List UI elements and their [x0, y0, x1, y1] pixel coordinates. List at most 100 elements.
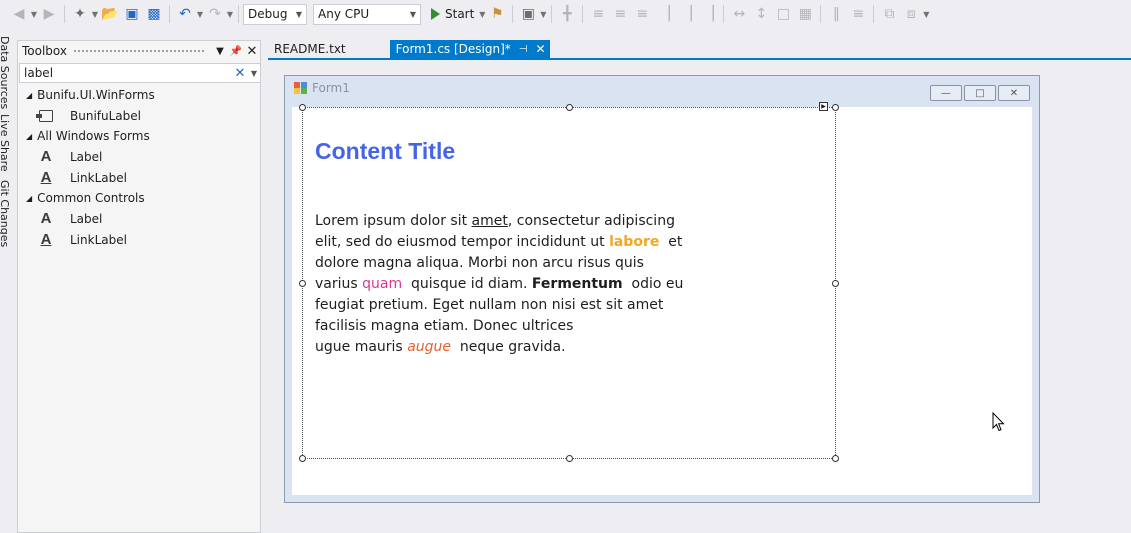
new-project-dropdown-icon[interactable]: ▼ — [91, 10, 99, 19]
smart-tag-icon[interactable]: ▶ — [819, 102, 828, 111]
resize-handle[interactable] — [299, 104, 306, 111]
body-text-run: neque gravida. — [459, 339, 566, 355]
size-to-grid-icon[interactable]: ▦ — [794, 3, 816, 25]
toolbar-overflow-icon[interactable]: ▼ — [922, 10, 930, 19]
align-middles-icon[interactable]: ▕ — [675, 3, 697, 25]
form1-window[interactable]: Form1 — □ ✕ ▶ Content Title Lorem ipsum … — [284, 75, 1040, 503]
redo-dropdown-icon[interactable]: ▼ — [226, 10, 234, 19]
align-bottoms-icon[interactable]: ▕ — [697, 3, 719, 25]
linklabel-icon: A — [40, 169, 52, 186]
make-same-height-icon[interactable]: ↕ — [750, 3, 772, 25]
close-tab-icon[interactable]: ✕ — [536, 42, 546, 56]
align-tops-icon[interactable]: ▕ — [653, 3, 675, 25]
navigate-forward-icon[interactable]: ▶ — [38, 3, 60, 25]
align-rights-icon[interactable]: ≡ — [631, 3, 653, 25]
toolbox-item-linklabel[interactable]: A LinkLabel — [18, 229, 260, 250]
window-position-dropdown-icon[interactable]: ▼ — [212, 46, 228, 57]
form-titlebar: Form1 — [285, 76, 1039, 100]
start-button[interactable]: Start — [427, 3, 478, 25]
tree-group-bunifu[interactable]: ◢ Bunifu.UI.WinForms — [18, 85, 260, 105]
label-icon: A — [40, 148, 52, 165]
body-text-run: et — [668, 234, 683, 250]
platform-select[interactable]: Any CPU ▼ — [313, 3, 421, 25]
minimize-icon[interactable]: — — [930, 85, 962, 101]
toolbox-item-label: LinkLabel — [70, 232, 127, 247]
close-icon[interactable]: ✕ — [998, 85, 1030, 101]
toolbox-item-bunifulabel[interactable]: BunifuLabel — [18, 105, 260, 126]
resize-handle[interactable] — [299, 455, 306, 462]
send-to-back-icon[interactable]: ⧈ — [900, 3, 922, 25]
browser-link-icon[interactable]: ⚑ — [486, 3, 508, 25]
collapse-triangle-icon[interactable]: ◢ — [26, 91, 32, 100]
toolbox-search-input[interactable]: label ✕ ▼ — [19, 63, 261, 83]
body-text-run: Lorem ipsum dolor sit — [315, 213, 472, 229]
resize-handle[interactable] — [566, 104, 573, 111]
body-text-bold: Fermentum — [531, 276, 623, 292]
bunifu-label-icon — [36, 108, 54, 124]
resize-handle[interactable] — [832, 280, 839, 287]
maximize-icon[interactable]: □ — [964, 85, 996, 101]
solution-config-select[interactable]: Debug ▼ — [243, 3, 307, 25]
form-designer-surface[interactable]: Form1 — □ ✕ ▶ Content Title Lorem ipsum … — [268, 62, 1131, 533]
linklabel-icon: A — [40, 231, 52, 248]
save-icon[interactable]: ▣ — [121, 3, 143, 25]
pin-icon[interactable]: 📌 — [228, 46, 244, 57]
align-to-grid-icon[interactable]: ╋ — [556, 3, 578, 25]
undo-icon[interactable]: ↶ — [174, 3, 196, 25]
toolbox-item-linklabel[interactable]: A LinkLabel — [18, 167, 260, 188]
toolbox-item-label[interactable]: A Label — [18, 208, 260, 229]
search-options-dropdown-icon[interactable]: ▼ — [248, 69, 260, 78]
start-dropdown-icon[interactable]: ▼ — [478, 10, 486, 19]
resize-handle[interactable] — [832, 455, 839, 462]
screenshot-dropdown-icon[interactable]: ▼ — [539, 10, 547, 19]
form-client-area[interactable]: ▶ Content Title Lorem ipsum dolor sit am… — [292, 102, 1032, 495]
side-tab-live-share[interactable]: Live Share — [0, 114, 11, 172]
toolbar-separator — [512, 5, 514, 23]
tab-readme[interactable]: README.txt — [268, 40, 352, 58]
label-icon: A — [40, 210, 52, 227]
save-all-icon[interactable]: ▩ — [143, 3, 165, 25]
resize-handle[interactable] — [299, 280, 306, 287]
pin-tab-icon[interactable]: ⊣ — [519, 44, 528, 55]
body-text-run: , consectetur adipiscing — [507, 213, 675, 229]
side-tab-data-sources[interactable]: Data Sources — [0, 36, 11, 109]
vertical-spacing-icon[interactable]: ≡ — [847, 3, 869, 25]
toolbox-item-label[interactable]: A Label — [18, 146, 260, 167]
selected-bunifu-label[interactable]: ▶ Content Title Lorem ipsum dolor sit am… — [299, 102, 839, 462]
undo-dropdown-icon[interactable]: ▼ — [196, 10, 204, 19]
align-lefts-icon[interactable]: ≡ — [587, 3, 609, 25]
navigate-back-icon[interactable]: ◀ — [8, 3, 30, 25]
collapse-triangle-icon[interactable]: ◢ — [26, 194, 32, 203]
make-same-size-icon[interactable]: □ — [772, 3, 794, 25]
resize-handle[interactable] — [566, 455, 573, 462]
toolbar-separator — [169, 5, 170, 23]
close-icon[interactable]: ✕ — [244, 44, 260, 59]
body-text-run: dolore magna aliqua. Morbi non arcu risu… — [315, 255, 644, 271]
new-project-icon[interactable]: ✦ — [69, 3, 91, 25]
navigate-back-dropdown-icon[interactable]: ▼ — [30, 10, 38, 19]
open-file-icon[interactable]: 📂 — [99, 3, 121, 25]
form-window-buttons: — □ ✕ — [928, 85, 1030, 101]
tab-form1-design[interactable]: Form1.cs [Design]* ⊣ ✕ — [389, 40, 550, 58]
side-tab-git-changes[interactable]: Git Changes — [0, 180, 11, 247]
form-title: Form1 — [312, 81, 350, 95]
clear-search-icon[interactable]: ✕ — [232, 66, 248, 81]
body-text-run: feugiat pretium. Eget nullam non nisi es… — [315, 297, 664, 313]
drag-grip[interactable] — [73, 48, 206, 54]
resize-handle[interactable] — [832, 104, 839, 111]
chevron-down-icon: ▼ — [409, 9, 416, 19]
tree-group-all-windows-forms[interactable]: ◢ All Windows Forms — [18, 126, 260, 146]
make-same-width-icon[interactable]: ↔ — [728, 3, 750, 25]
horizontal-spacing-icon[interactable]: ‖ — [825, 3, 847, 25]
redo-icon[interactable]: ↷ — [204, 3, 226, 25]
toolbar-separator — [873, 5, 875, 23]
bring-to-front-icon[interactable]: ⧉ — [878, 3, 900, 25]
screenshot-icon[interactable]: ▣ — [517, 3, 539, 25]
tree-group-common-controls[interactable]: ◢ Common Controls — [18, 188, 260, 208]
toolbar-separator — [582, 5, 584, 23]
toolbar-separator — [551, 5, 553, 23]
align-centers-icon[interactable]: ≡ — [609, 3, 631, 25]
toolbox-item-label: Label — [70, 149, 103, 164]
body-text-run: quisque id diam. — [411, 276, 532, 292]
collapse-triangle-icon[interactable]: ◢ — [26, 132, 32, 141]
